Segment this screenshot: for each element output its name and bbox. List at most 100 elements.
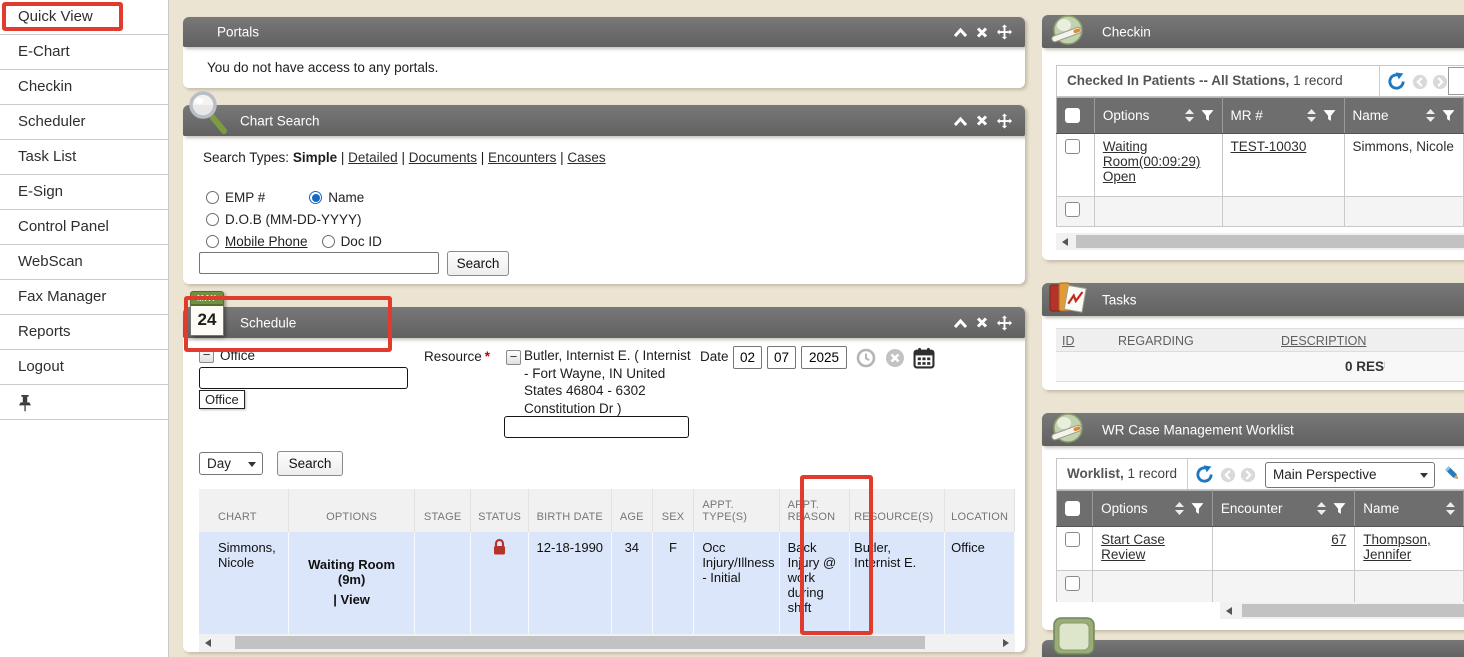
col-age[interactable]: AGE	[611, 489, 652, 532]
sidebar-item-quick-view[interactable]: Quick View	[0, 0, 168, 35]
sidebar-item-scheduler[interactable]: Scheduler	[0, 105, 168, 140]
move-icon[interactable]	[997, 25, 1012, 40]
sidebar-item-checkin[interactable]: Checkin	[0, 70, 168, 105]
col-description[interactable]: DESCRIPTION	[1281, 329, 1366, 353]
refresh-icon[interactable]	[1387, 72, 1406, 91]
search-type-encounters[interactable]: Encounters	[488, 150, 556, 165]
col-status[interactable]: STATUS	[471, 489, 528, 532]
sidebar-item-reports[interactable]: Reports	[0, 315, 168, 350]
search-type-cases[interactable]: Cases	[567, 150, 605, 165]
refresh-icon[interactable]	[1195, 465, 1214, 484]
scroll-left-arrow[interactable]	[1062, 238, 1068, 246]
edit-pencil-icon[interactable]	[1443, 464, 1463, 484]
sidebar-item-webscan[interactable]: WebScan	[0, 245, 168, 280]
scroll-left-arrow[interactable]	[205, 639, 211, 647]
date-year-input[interactable]	[801, 346, 847, 369]
close-icon[interactable]	[976, 26, 988, 38]
col-chart[interactable]: CHART	[199, 489, 289, 532]
col-sex[interactable]: SEX	[652, 489, 694, 532]
sort-icon[interactable]	[1446, 502, 1455, 515]
col-stage[interactable]: STAGE	[414, 489, 471, 532]
row-checkbox[interactable]	[1065, 576, 1080, 591]
select-all-checkbox[interactable]	[1065, 501, 1080, 516]
chart-search-button[interactable]: Search	[447, 251, 509, 276]
col-location[interactable]: LOCATION	[945, 489, 1015, 532]
sort-icon[interactable]	[1317, 502, 1326, 515]
col-birth-date[interactable]: BIRTH DATE	[528, 489, 611, 532]
date-month-input[interactable]	[733, 346, 762, 369]
checkin-hscrollbar[interactable]	[1056, 233, 1464, 250]
scroll-thumb[interactable]	[235, 636, 925, 649]
row-checkbox[interactable]	[1065, 202, 1080, 217]
radio-doc-id[interactable]	[322, 235, 335, 248]
select-all-checkbox[interactable]	[1065, 108, 1080, 123]
search-type-detailed[interactable]: Detailed	[348, 150, 398, 165]
col-name[interactable]: Name	[1344, 98, 1463, 134]
col-options[interactable]: Options	[1094, 98, 1222, 134]
sidebar-item-logout[interactable]: Logout	[0, 350, 168, 385]
prev-page-icon[interactable]	[1220, 467, 1236, 483]
scroll-thumb[interactable]	[1242, 604, 1464, 617]
collapse-icon[interactable]	[954, 115, 967, 126]
col-options[interactable]: Options	[1093, 491, 1213, 527]
perspective-select[interactable]: Main Perspective	[1265, 462, 1435, 488]
search-type-documents[interactable]: Documents	[409, 150, 477, 165]
close-icon[interactable]	[976, 115, 988, 127]
row-checkbox[interactable]	[1065, 532, 1080, 547]
col-options[interactable]: OPTIONS	[289, 489, 415, 532]
filter-funnel-icon[interactable]	[1201, 109, 1214, 122]
schedule-view-select[interactable]: Day	[199, 452, 263, 475]
radio-dob[interactable]	[206, 213, 219, 226]
cutoff-dropdown[interactable]	[1448, 67, 1464, 95]
radio-mobile-phone[interactable]	[206, 235, 219, 248]
mr-number-link[interactable]: TEST-10030	[1231, 139, 1307, 154]
view-link[interactable]: | View	[293, 592, 410, 607]
scroll-thumb[interactable]	[1076, 235, 1464, 248]
sort-icon[interactable]	[1307, 109, 1316, 122]
next-page-icon[interactable]	[1240, 467, 1256, 483]
encounter-link[interactable]: 67	[1331, 532, 1346, 547]
row-checkbox[interactable]	[1065, 139, 1080, 154]
open-link[interactable]: Open	[1103, 169, 1136, 184]
sort-icon[interactable]	[1426, 109, 1435, 122]
calendar-picker-icon[interactable]	[913, 347, 935, 369]
prev-page-icon[interactable]	[1412, 74, 1428, 90]
radio-emp-number[interactable]	[206, 191, 219, 204]
date-day-input[interactable]	[767, 346, 796, 369]
start-case-review-link[interactable]: Start Case Review	[1101, 532, 1165, 562]
worklist-hscrollbar[interactable]	[1220, 602, 1464, 619]
scroll-left-arrow[interactable]	[1226, 607, 1232, 615]
collapse-icon[interactable]	[954, 27, 967, 38]
time-icon[interactable]	[856, 348, 876, 368]
next-page-icon[interactable]	[1432, 74, 1448, 90]
waiting-room-status-link[interactable]: Waiting Room (9m)	[293, 557, 410, 587]
waiting-room-timer-link[interactable]: Waiting Room(00:09:29)	[1103, 139, 1214, 169]
col-appt-types[interactable]: APPT. TYPE(S)	[694, 489, 779, 532]
filter-funnel-icon[interactable]	[1333, 502, 1346, 515]
col-appt-reason[interactable]: APPT. REASON	[779, 489, 850, 532]
office-input[interactable]	[199, 367, 408, 389]
col-encounter[interactable]: Encounter	[1212, 491, 1354, 527]
close-icon[interactable]	[976, 317, 988, 329]
sidebar-item-control-panel[interactable]: Control Panel	[0, 210, 168, 245]
schedule-appointment-row[interactable]: Simmons, Nicole Waiting Room (9m) | View…	[199, 532, 1015, 634]
col-mr-number[interactable]: MR #	[1222, 98, 1344, 134]
filter-funnel-icon[interactable]	[1442, 109, 1455, 122]
filter-funnel-icon[interactable]	[1323, 109, 1336, 122]
office-collapse-button[interactable]: −	[199, 348, 214, 363]
col-regarding[interactable]: REGARDING	[1118, 329, 1194, 353]
sort-icon[interactable]	[1175, 502, 1184, 515]
clear-date-icon[interactable]	[885, 348, 905, 368]
collapse-icon[interactable]	[954, 317, 967, 328]
scroll-right-arrow[interactable]	[1003, 639, 1009, 647]
sidebar-item-fax-manager[interactable]: Fax Manager	[0, 280, 168, 315]
schedule-hscrollbar[interactable]	[199, 634, 1015, 652]
col-name[interactable]: Name	[1355, 491, 1464, 527]
chart-search-input[interactable]	[199, 252, 439, 274]
move-icon[interactable]	[997, 315, 1012, 330]
sort-icon[interactable]	[1185, 109, 1194, 122]
schedule-search-button[interactable]: Search	[277, 451, 343, 476]
sidebar-item-task-list[interactable]: Task List	[0, 140, 168, 175]
sidebar-item-e-chart[interactable]: E-Chart	[0, 35, 168, 70]
resource-collapse-button[interactable]: −	[506, 350, 521, 365]
